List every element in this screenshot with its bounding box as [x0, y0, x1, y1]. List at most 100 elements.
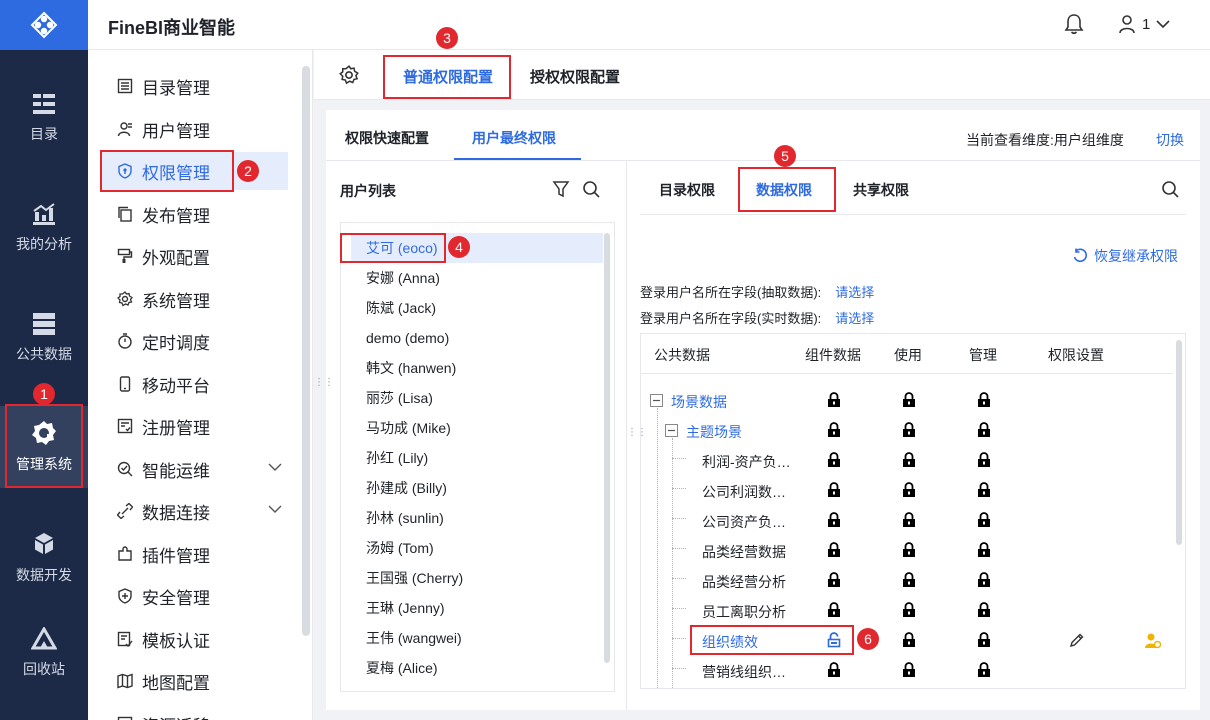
lock-icon[interactable] [977, 512, 991, 528]
realtime-field-select[interactable]: 请选择 [835, 311, 874, 326]
lock-icon[interactable] [827, 392, 841, 408]
nav-recycle[interactable]: 回收站 [0, 613, 88, 693]
lock-icon[interactable] [827, 662, 841, 678]
filter-icon[interactable] [552, 180, 570, 198]
lock-icon[interactable] [902, 392, 916, 408]
tab-final-permission[interactable]: 用户最终权限 [472, 128, 556, 148]
user-item[interactable]: 汤姆 (Tom) [351, 533, 603, 563]
row-name[interactable]: 员工离职分析 [702, 602, 786, 622]
lock-icon[interactable] [902, 482, 916, 498]
user-item[interactable]: 孙红 (Lily) [351, 443, 603, 473]
lock-icon[interactable] [977, 632, 991, 648]
sub-menu-item-data-connection[interactable]: 数据连接 [100, 492, 288, 530]
tab-share-permission[interactable]: 共享权限 [853, 180, 909, 200]
resize-handle[interactable]: ⋮⋮ [627, 427, 647, 438]
user-item[interactable]: 王琳 (Jenny) [351, 593, 603, 623]
sub-menu-item-register[interactable]: 注册管理 [100, 407, 288, 445]
unlock-icon[interactable] [827, 632, 841, 648]
tab-data-permission[interactable]: 数据权限 [756, 180, 812, 200]
row-name[interactable]: 场景数据 [671, 392, 727, 412]
lock-icon[interactable] [902, 662, 916, 678]
row-name[interactable]: 品类经营分析 [702, 572, 786, 592]
collapse-icon[interactable] [665, 424, 678, 437]
lock-icon[interactable] [977, 542, 991, 558]
sub-menu-item-template-cert[interactable]: 模板认证 [100, 620, 288, 658]
row-name[interactable]: 品类经营数据 [702, 542, 786, 562]
sub-menu-item-catalog[interactable]: 目录管理 [100, 67, 288, 105]
user-item[interactable]: 韩文 (hanwen) [351, 353, 603, 383]
row-name[interactable]: 营销线组织… [702, 662, 786, 682]
tab-grant-permission[interactable]: 授权权限配置 [530, 66, 620, 87]
nav-catalog[interactable]: 目录 [0, 78, 88, 158]
user-item[interactable]: 陈斌 (Jack) [351, 293, 603, 323]
sub-menu-item-mobile[interactable]: 移动平台 [100, 365, 288, 403]
lock-icon[interactable] [827, 422, 841, 438]
tab-catalog-permission[interactable]: 目录权限 [659, 180, 715, 200]
sub-menu-item-user[interactable]: 用户管理 [100, 110, 288, 148]
lock-icon[interactable] [827, 482, 841, 498]
tab-quick-config[interactable]: 权限快速配置 [345, 128, 429, 148]
lock-icon[interactable] [902, 452, 916, 468]
collapse-icon[interactable] [650, 394, 663, 407]
tab-normal-permission[interactable]: 普通权限配置 [403, 66, 493, 87]
user-item[interactable]: 马功成 (Mike) [351, 413, 603, 443]
sub-menu-item-map[interactable]: 地图配置 [100, 662, 288, 700]
row-name[interactable]: 公司资产负… [702, 512, 786, 532]
user-item[interactable]: demo (demo) [351, 323, 603, 353]
lock-icon[interactable] [902, 602, 916, 618]
nav-data-dev[interactable]: 数据开发 [0, 518, 88, 598]
lock-icon[interactable] [977, 602, 991, 618]
user-item[interactable]: 孙建成 (Billy) [351, 473, 603, 503]
user-item[interactable]: 安娜 (Anna) [351, 263, 603, 293]
table-scrollbar[interactable] [1176, 340, 1182, 545]
lock-icon[interactable] [902, 512, 916, 528]
sub-menu-item-migration[interactable]: 资源迁移 [100, 705, 288, 720]
row-name[interactable]: 组织绩效 [702, 632, 758, 652]
lock-icon[interactable] [902, 542, 916, 558]
sub-menu-scrollbar[interactable] [302, 66, 310, 636]
user-list-scrollbar[interactable] [604, 233, 610, 663]
sub-menu-item-system[interactable]: 系统管理 [100, 280, 288, 318]
user-settings-icon[interactable] [1144, 632, 1162, 649]
sub-menu-item-schedule[interactable]: 定时调度 [100, 322, 288, 360]
lock-icon[interactable] [977, 482, 991, 498]
sub-menu-item-ops[interactable]: 智能运维 [100, 450, 288, 488]
lock-icon[interactable] [902, 632, 916, 648]
lock-icon[interactable] [827, 512, 841, 528]
lock-icon[interactable] [827, 602, 841, 618]
dimension-switch-link[interactable]: 切换 [1156, 130, 1184, 150]
lock-icon[interactable] [902, 422, 916, 438]
user-menu[interactable]: 1 [1118, 14, 1170, 34]
row-name[interactable]: 利润-资产负… [702, 452, 791, 472]
sub-menu-item-security[interactable]: 安全管理 [100, 577, 288, 615]
lock-icon[interactable] [827, 452, 841, 468]
lock-icon[interactable] [977, 572, 991, 588]
search-icon[interactable] [582, 180, 600, 198]
fine-logo[interactable] [0, 0, 88, 50]
user-item[interactable]: 丽莎 (Lisa) [351, 383, 603, 413]
user-item[interactable]: 王伟 (wangwei) [351, 623, 603, 653]
user-item[interactable]: 王国强 (Cherry) [351, 563, 603, 593]
sub-menu-item-appearance[interactable]: 外观配置 [100, 237, 288, 275]
sub-menu-item-plugin[interactable]: 插件管理 [100, 535, 288, 573]
lock-icon[interactable] [977, 452, 991, 468]
lock-icon[interactable] [827, 542, 841, 558]
nav-my-analysis[interactable]: 我的分析 [0, 188, 88, 268]
lock-icon[interactable] [902, 572, 916, 588]
lock-icon[interactable] [977, 422, 991, 438]
user-item[interactable]: 艾可 (eoco) [351, 233, 603, 263]
nav-manage-system[interactable]: 管理系统 [0, 406, 88, 488]
gear-icon[interactable] [339, 65, 359, 85]
row-name[interactable]: 公司利润数… [702, 482, 786, 502]
edit-icon[interactable] [1069, 632, 1085, 648]
user-item[interactable]: 夏梅 (Alice) [351, 653, 603, 683]
nav-public-data[interactable]: 公共数据 [0, 298, 88, 378]
search-icon[interactable] [1161, 180, 1179, 198]
row-name[interactable]: 主题场景 [686, 422, 742, 442]
lock-icon[interactable] [977, 662, 991, 678]
extract-field-select[interactable]: 请选择 [835, 285, 874, 300]
lock-icon[interactable] [977, 392, 991, 408]
bell-icon[interactable] [1064, 13, 1084, 35]
restore-inherit-button[interactable]: 恢复继承权限 [1072, 246, 1178, 266]
user-item[interactable]: 孙林 (sunlin) [351, 503, 603, 533]
